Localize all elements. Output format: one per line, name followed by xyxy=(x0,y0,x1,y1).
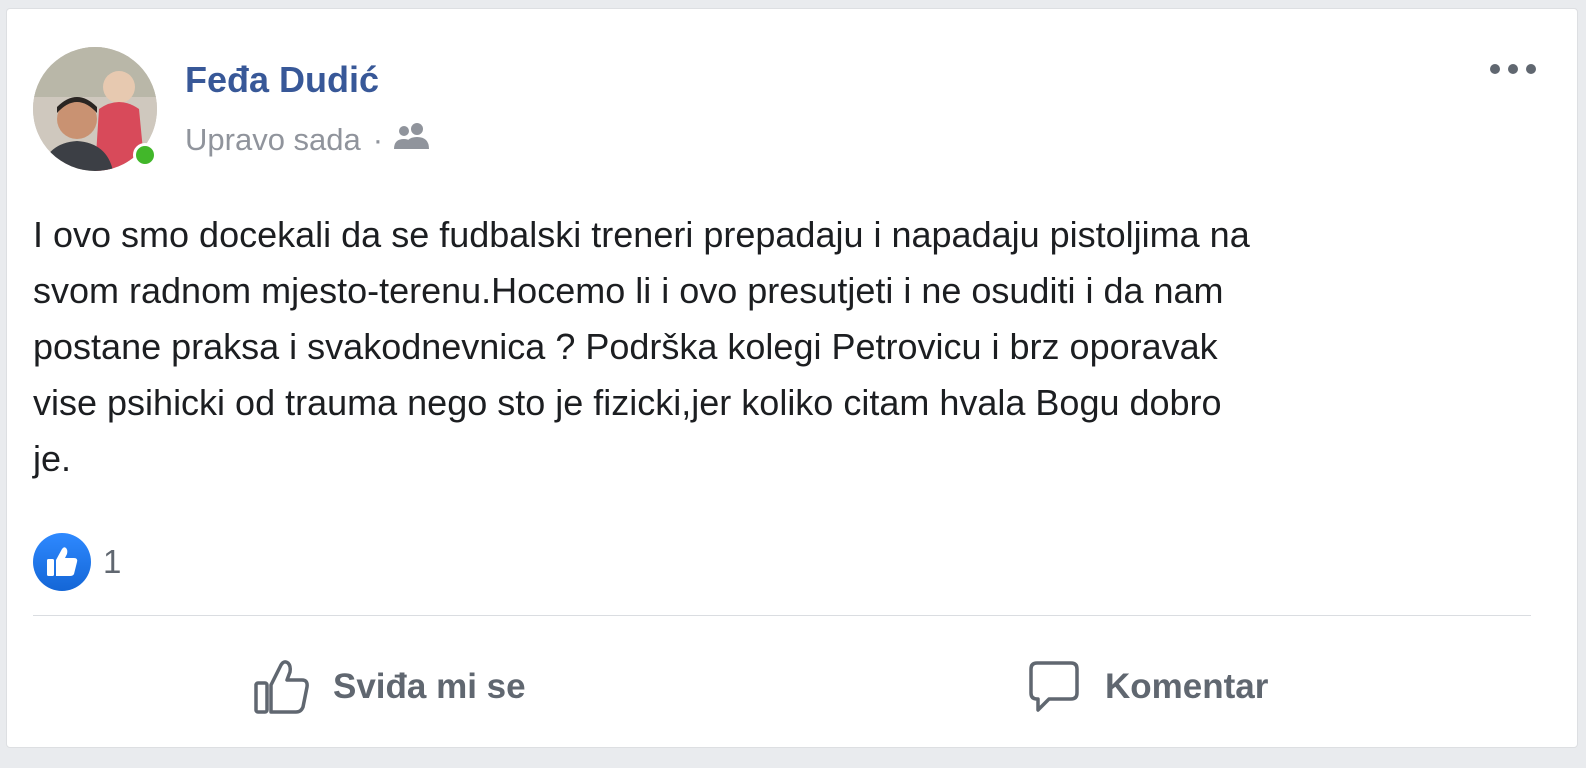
comment-button[interactable]: Komentar xyxy=(1025,639,1268,735)
post-card: Feđa Dudić Upravo sada · I ovo smo docek… xyxy=(6,8,1578,748)
like-reaction-icon xyxy=(33,533,91,591)
thumbs-up-icon xyxy=(253,659,311,715)
author-name[interactable]: Feđa Dudić xyxy=(185,59,379,101)
meta-separator: · xyxy=(372,122,384,157)
comment-button-label: Komentar xyxy=(1105,667,1269,706)
like-button-label: Sviđa mi se xyxy=(333,667,526,706)
comment-icon xyxy=(1025,659,1083,715)
post-meta: Upravo sada · xyxy=(185,121,431,159)
friends-icon[interactable] xyxy=(393,121,431,159)
post-time[interactable]: Upravo sada xyxy=(185,122,361,158)
like-button[interactable]: Sviđa mi se xyxy=(253,639,526,735)
online-status-dot xyxy=(133,143,157,167)
divider xyxy=(33,615,1531,616)
reactions-summary[interactable]: 1 xyxy=(33,531,121,593)
reaction-count: 1 xyxy=(103,543,122,580)
more-options-icon[interactable] xyxy=(1483,49,1543,89)
post-text: I ovo smo docekali da se fudbalski trene… xyxy=(33,214,1250,479)
